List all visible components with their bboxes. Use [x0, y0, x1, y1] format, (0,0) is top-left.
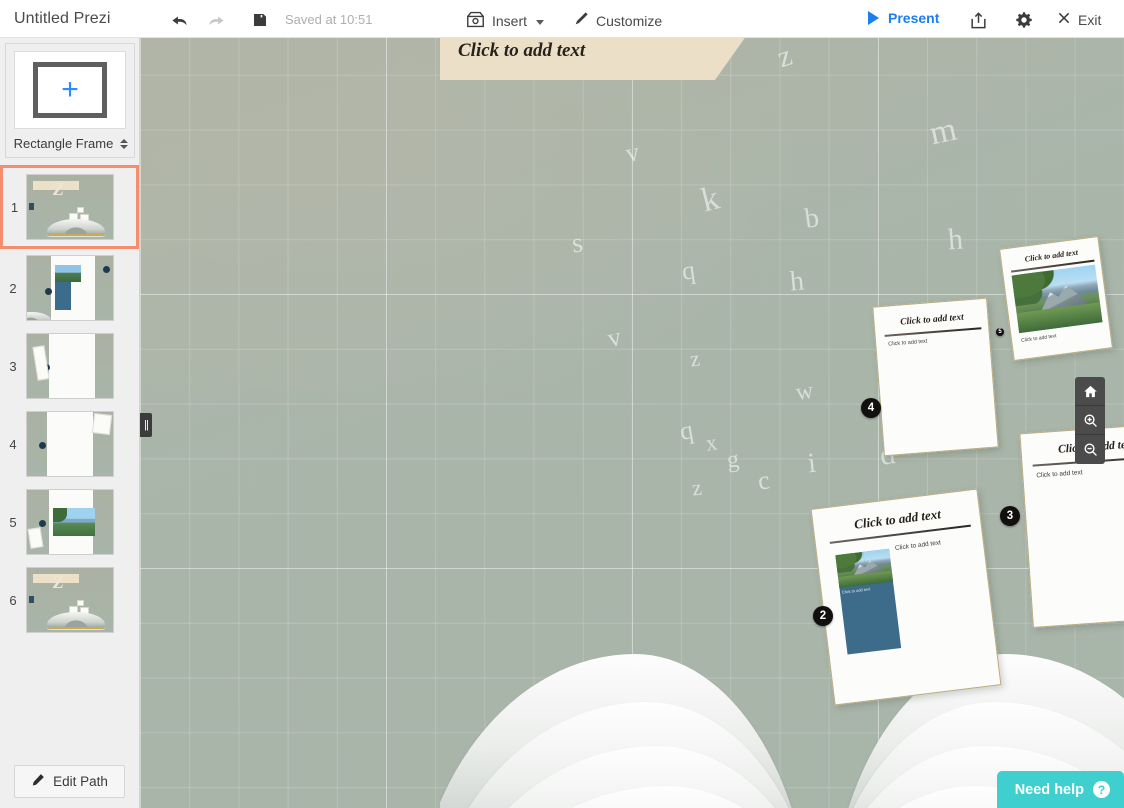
- floppy-disk-icon[interactable]: [249, 9, 271, 31]
- pencil-icon: [31, 773, 45, 790]
- redo-arrow-icon: [205, 9, 227, 31]
- thumbnail-2[interactable]: 2: [0, 249, 139, 327]
- background-letter: h: [946, 222, 965, 257]
- card-5[interactable]: Click to add text Click to add text: [999, 235, 1113, 362]
- slide-thumbnail-list[interactable]: 1 Z 2 3 4 5 6 Z: [0, 165, 139, 785]
- need-help-button[interactable]: Need help ?: [996, 771, 1124, 808]
- path-marker-4[interactable]: 4: [861, 398, 881, 418]
- zoom-in-icon: [1084, 414, 1097, 427]
- thumbnail-preview: [26, 489, 114, 555]
- insert-label: Insert: [492, 13, 528, 29]
- collapse-handle-glyph: ||: [144, 418, 149, 431]
- frame-preview: +: [14, 51, 126, 129]
- edit-path-button[interactable]: Edit Path: [14, 765, 125, 798]
- title-banner[interactable]: Click to add text: [440, 38, 749, 80]
- card-2-title[interactable]: Click to add text: [813, 501, 982, 537]
- saved-status: Saved at 10:51: [285, 12, 373, 27]
- top-toolbar: Untitled Prezi Saved at 10:51 Insert Cus…: [0, 0, 1124, 38]
- thumbnail-6[interactable]: 6 Z: [0, 561, 139, 639]
- exit-label: Exit: [1078, 11, 1102, 28]
- thumbnail-number: 2: [9, 280, 17, 296]
- card-4-title[interactable]: Click to add text: [874, 311, 989, 330]
- card-2-body[interactable]: Click to add text: [895, 539, 942, 552]
- thumbnail-4[interactable]: 4: [0, 405, 139, 483]
- exit-button[interactable]: Exit: [1057, 11, 1101, 28]
- card-5-body[interactable]: Click to add text: [1021, 333, 1057, 344]
- thumbnail-number: 6: [9, 592, 17, 608]
- present-label: Present: [888, 10, 940, 26]
- thumbnail-preview: [26, 411, 114, 477]
- background-letter: h: [788, 265, 806, 298]
- close-x-icon: [1057, 11, 1071, 28]
- zoom-controls[interactable]: [1075, 377, 1105, 464]
- customize-menu[interactable]: Customize: [573, 11, 662, 30]
- home-icon: [1083, 385, 1097, 397]
- path-marker-3[interactable]: 3: [1000, 506, 1020, 526]
- thumbnail-5[interactable]: 5: [0, 483, 139, 561]
- thumbnail-preview: [26, 333, 114, 399]
- zoom-home-button[interactable]: [1075, 377, 1105, 406]
- card-2-photo[interactable]: [835, 548, 894, 589]
- card-4-rule: [884, 327, 982, 337]
- card-2[interactable]: Click to add text Click to add text Clic…: [810, 488, 1002, 706]
- background-letter: g: [725, 446, 741, 474]
- thumbnail-3[interactable]: 3: [0, 327, 139, 405]
- open-book-illustration: [440, 518, 1124, 808]
- card-3-title[interactable]: Click to add text: [1021, 436, 1124, 458]
- insert-image-icon: [466, 11, 485, 31]
- thumbnail-preview: [26, 255, 114, 321]
- path-marker-2[interactable]: 2: [813, 606, 833, 626]
- left-sidebar: + Rectangle Frame 1 Z 2 3 4 5 6 Z Edit P…: [0, 38, 140, 808]
- undo-arrow-icon[interactable]: [168, 9, 190, 31]
- share-export-icon[interactable]: [967, 9, 989, 31]
- document-title[interactable]: Untitled Prezi: [14, 10, 111, 28]
- rectangle-frame-icon: +: [33, 62, 107, 118]
- plus-icon: +: [61, 73, 79, 106]
- path-marker-5[interactable]: 5: [996, 328, 1004, 336]
- thumbnail-preview: Z: [26, 567, 114, 633]
- zoom-out-icon: [1084, 443, 1097, 456]
- frame-type-label: Rectangle Frame: [13, 136, 114, 151]
- thumbnail-number: 4: [9, 436, 17, 452]
- insert-menu[interactable]: Insert: [466, 11, 545, 31]
- thumbnail-preview: Z: [26, 174, 114, 240]
- card-5-photo[interactable]: [1011, 264, 1103, 334]
- sidebar-collapse-handle[interactable]: ||: [140, 413, 152, 437]
- card-4[interactable]: Click to add text Click to add text: [872, 297, 999, 457]
- present-button[interactable]: Present: [868, 10, 939, 26]
- edit-path-label: Edit Path: [53, 774, 108, 789]
- background-letter: w: [794, 377, 816, 407]
- gear-icon[interactable]: [1013, 9, 1035, 31]
- zoom-out-button[interactable]: [1075, 435, 1105, 464]
- frame-type-selector[interactable]: Rectangle Frame: [6, 136, 136, 151]
- thumbnail-1[interactable]: 1 Z: [0, 165, 139, 249]
- card-3[interactable]: Click to add text Click to add text: [1019, 423, 1124, 628]
- card-4-body[interactable]: Click to add text: [888, 339, 927, 348]
- play-triangle-icon: [868, 11, 879, 25]
- zoom-in-button[interactable]: [1075, 406, 1105, 435]
- customize-label: Customize: [596, 12, 663, 29]
- thumbnail-number: 1: [10, 199, 19, 215]
- card-3-body[interactable]: Click to add text: [1036, 469, 1083, 479]
- thumbnail-number: 5: [9, 514, 17, 530]
- thumbnail-number: 3: [9, 358, 17, 374]
- background-letter: z: [690, 474, 703, 501]
- need-help-label: Need help: [1014, 781, 1084, 798]
- banner-text[interactable]: Click to add text: [458, 40, 585, 62]
- spinner-icon[interactable]: [120, 138, 129, 149]
- frame-picker[interactable]: + Rectangle Frame: [5, 43, 135, 158]
- card-5-title[interactable]: Click to add text: [1001, 245, 1101, 267]
- question-mark-icon: ?: [1093, 781, 1110, 798]
- edit-path-container: Edit Path: [0, 765, 139, 798]
- chevron-down-icon: [536, 19, 545, 25]
- presentation-canvas[interactable]: zmbhvksqhvzqxgzcidpwvayknhd Click to add…: [140, 38, 1124, 808]
- paintbrush-icon: [573, 11, 589, 30]
